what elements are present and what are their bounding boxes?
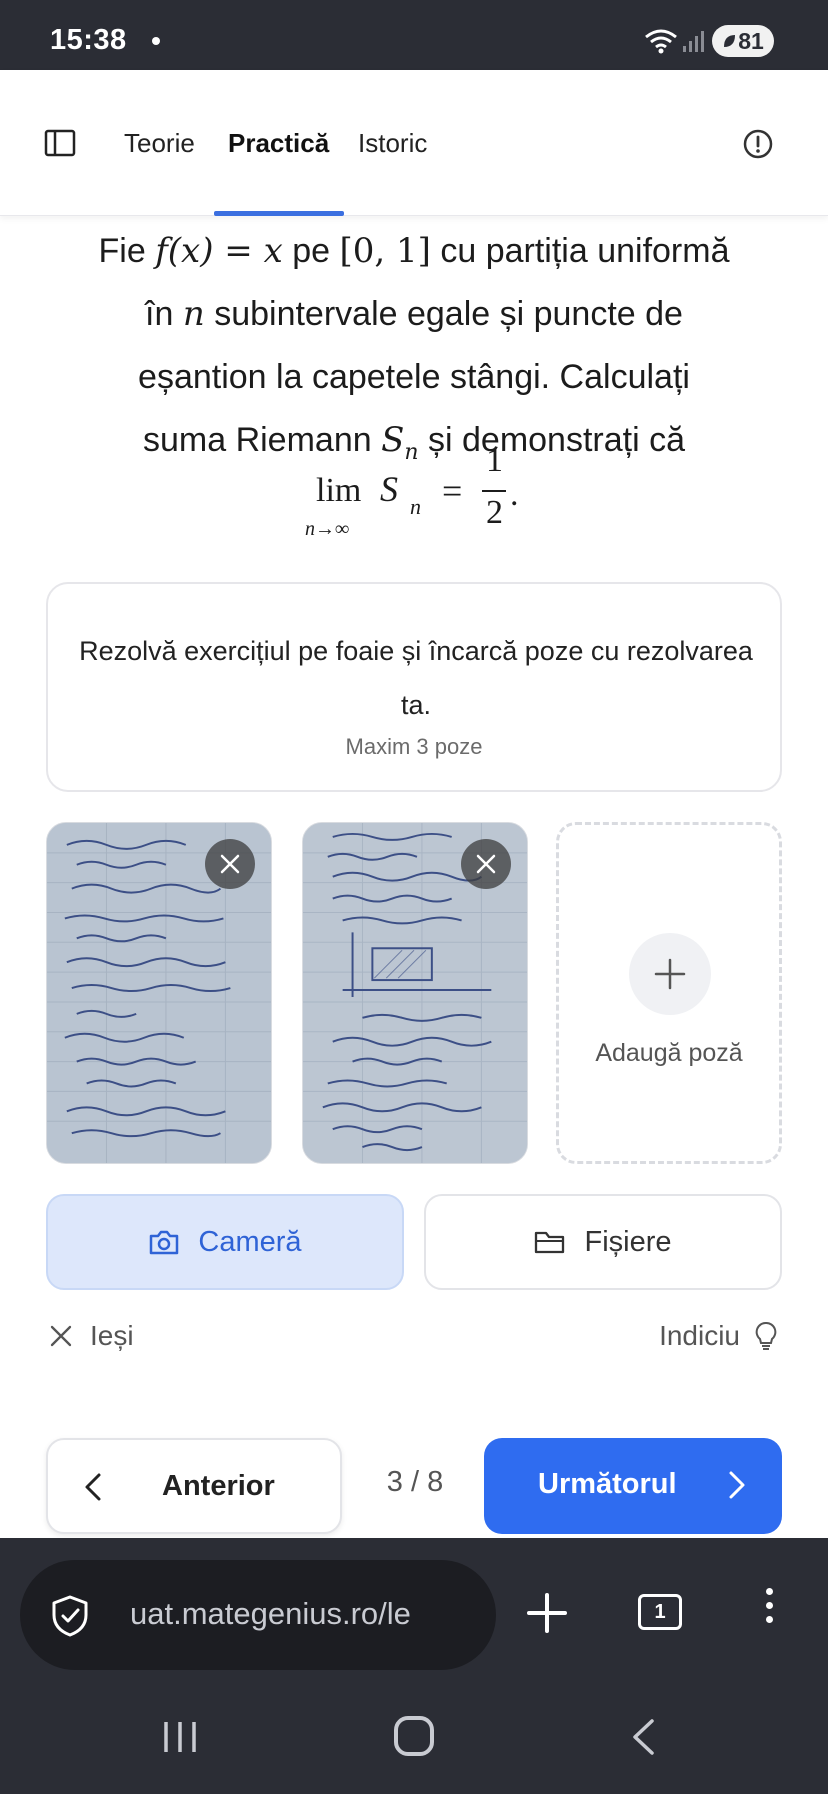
problem-line-2: în n subintervale egale și puncte de (145, 294, 683, 334)
wifi-icon (645, 29, 677, 54)
battery-level: 81 (738, 27, 764, 54)
new-tab-icon[interactable] (526, 1592, 568, 1634)
home-icon[interactable] (394, 1716, 434, 1756)
exit-label: Ieși (90, 1320, 134, 1351)
active-tab-indicator (214, 211, 344, 216)
camera-icon (150, 1230, 179, 1255)
camera-button-label: Cameră (198, 1225, 302, 1258)
chevron-right-icon (729, 1471, 745, 1499)
tab-switcher-button[interactable]: 1 (638, 1594, 682, 1630)
info-alert-icon[interactable] (742, 128, 774, 160)
chevron-left-icon (85, 1473, 101, 1501)
add-photo-plus (629, 933, 711, 1015)
tab-teorie[interactable]: Teorie (124, 128, 195, 159)
fraction-bar (482, 490, 506, 492)
uploaded-photo-2[interactable] (302, 822, 528, 1164)
close-icon (220, 854, 240, 874)
exercise-counter: 3 / 8 (386, 1466, 444, 1498)
remove-photo-button[interactable] (461, 839, 511, 889)
hint-link[interactable]: Indiciu (659, 1320, 778, 1352)
shield-icon[interactable] (50, 1594, 90, 1638)
files-button-label: Fișiere (584, 1225, 672, 1258)
recent-apps-icon[interactable] (162, 1720, 198, 1754)
remove-photo-button[interactable] (205, 839, 255, 889)
browser-toolbar: uat.mategenius.ro/le 1 (0, 1538, 828, 1678)
leaf-icon (724, 35, 736, 47)
problem-line-1: Fie f(x) = x pe [0, 1] cu partiția unifo… (98, 231, 730, 271)
limit-formula: lim n→∞ S n = 1 2 . (305, 442, 519, 540)
status-bar: 15:38 81 (0, 0, 828, 70)
sidebar-toggle-icon[interactable] (44, 129, 76, 157)
notification-dot (152, 37, 160, 45)
uploaded-photo-1[interactable] (46, 822, 272, 1164)
max-photos-note: Maxim 3 poze (345, 734, 483, 759)
back-icon[interactable] (630, 1718, 656, 1756)
close-icon (476, 854, 496, 874)
upload-instructions-card: Rezolvă exercițiul pe foaie și încarcă p… (46, 582, 782, 792)
url-text: uat.mategenius.ro/le (130, 1596, 411, 1631)
exit-link[interactable]: Ieși (50, 1320, 134, 1352)
previous-button[interactable]: Anterior (46, 1438, 342, 1534)
next-button[interactable]: Următorul (484, 1438, 782, 1534)
tab-practica[interactable]: Practică (228, 128, 329, 159)
hint-label: Indiciu (659, 1320, 740, 1351)
problem-statement: Fie f(x) = x pe [0, 1] cu partiția unifo… (40, 220, 788, 484)
top-navigation: Teorie Practică Istoric (0, 70, 828, 216)
close-icon (50, 1325, 72, 1347)
add-photo-slot[interactable]: Adaugă poză (556, 822, 782, 1164)
files-button[interactable]: Fișiere (424, 1194, 782, 1290)
app-content: Teorie Practică Istoric Fie f(x) = x pe … (0, 70, 828, 1538)
folder-icon (535, 1231, 565, 1254)
previous-label: Anterior (162, 1470, 275, 1502)
plus-icon (654, 958, 686, 990)
clock: 15:38 (50, 24, 127, 56)
problem-line-3: eșantion la capetele stângi. Calculați (138, 358, 690, 396)
signal-icon (683, 31, 704, 52)
battery-indicator: 81 (712, 25, 774, 57)
tab-count: 1 (654, 1600, 666, 1623)
system-navigation-bar (0, 1678, 828, 1794)
camera-button[interactable]: Cameră (46, 1194, 404, 1290)
lightbulb-icon (755, 1321, 777, 1350)
add-photo-label: Adaugă poză (595, 1039, 743, 1067)
next-label: Următorul (538, 1468, 677, 1500)
upload-instruction-text: Rezolvă exercițiul pe foaie și încarcă p… (79, 636, 753, 720)
address-bar[interactable]: uat.mategenius.ro/le (20, 1560, 496, 1670)
menu-icon[interactable] (766, 1588, 776, 1630)
tab-istoric[interactable]: Istoric (358, 128, 427, 159)
